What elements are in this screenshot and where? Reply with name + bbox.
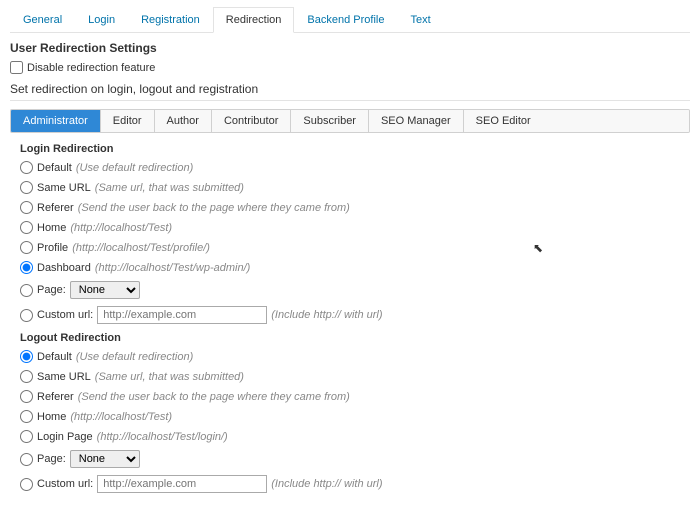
login-radio-profile[interactable] bbox=[20, 241, 33, 254]
section-title: User Redirection Settings bbox=[10, 41, 690, 55]
logout-custom-hint: (Include http:// with url) bbox=[271, 478, 382, 490]
logout-label: Default bbox=[37, 351, 72, 363]
login-hint: (http://localhost/Test) bbox=[70, 222, 172, 234]
login-label: Home bbox=[37, 222, 66, 234]
logout-page-select[interactable]: None bbox=[70, 450, 140, 468]
logout-page-label: Page: bbox=[37, 453, 66, 465]
disable-row: Disable redirection feature bbox=[10, 61, 690, 74]
login-custom-radio[interactable] bbox=[20, 309, 33, 322]
login-hint: (Same url, that was submitted) bbox=[95, 182, 244, 194]
login-label: Dashboard bbox=[37, 262, 91, 274]
login-page-select[interactable]: None bbox=[70, 281, 140, 299]
logout-custom-row: Custom url: (Include http:// with url) bbox=[20, 475, 690, 493]
sub-title: Set redirection on login, logout and reg… bbox=[10, 82, 690, 101]
role-tab-editor[interactable]: Editor bbox=[101, 110, 155, 132]
logout-custom-label: Custom url: bbox=[37, 478, 93, 490]
logout-radio-home[interactable] bbox=[20, 410, 33, 423]
role-tab-seo-manager[interactable]: SEO Manager bbox=[369, 110, 464, 132]
nav-tab-login[interactable]: Login bbox=[75, 7, 128, 33]
role-tab-author[interactable]: Author bbox=[155, 110, 212, 132]
login-hint: (http://localhost/Test/wp-admin/) bbox=[95, 262, 251, 274]
login-custom-row: Custom url: (Include http:// with url) bbox=[20, 306, 690, 324]
logout-label: Referer bbox=[37, 391, 74, 403]
login-group-title: Login Redirection bbox=[20, 143, 690, 155]
disable-checkbox[interactable] bbox=[10, 61, 23, 74]
logout-radio-login-page[interactable] bbox=[20, 430, 33, 443]
logout-radio-same-url[interactable] bbox=[20, 370, 33, 383]
login-option-referer: Referer (Send the user back to the page … bbox=[20, 201, 690, 214]
nav-tab-backend-profile[interactable]: Backend Profile bbox=[294, 7, 397, 33]
logout-hint: (Use default redirection) bbox=[76, 351, 193, 363]
login-hint: (Use default redirection) bbox=[76, 162, 193, 174]
logout-page-row: Page: None bbox=[20, 450, 690, 468]
logout-label: Home bbox=[37, 411, 66, 423]
login-option-same-url: Same URL (Same url, that was submitted) bbox=[20, 181, 690, 194]
login-radio-dashboard[interactable] bbox=[20, 261, 33, 274]
login-page-radio[interactable] bbox=[20, 284, 33, 297]
login-label: Same URL bbox=[37, 182, 91, 194]
logout-radio-referer[interactable] bbox=[20, 390, 33, 403]
nav-tab-registration[interactable]: Registration bbox=[128, 7, 213, 33]
role-tabs: AdministratorEditorAuthorContributorSubs… bbox=[10, 109, 690, 133]
logout-group-title: Logout Redirection bbox=[20, 332, 690, 344]
role-tab-seo-editor[interactable]: SEO Editor bbox=[464, 110, 689, 132]
disable-label: Disable redirection feature bbox=[27, 62, 155, 74]
nav-tab-text[interactable]: Text bbox=[397, 7, 443, 33]
login-hint: (Send the user back to the page where th… bbox=[78, 202, 350, 214]
logout-page-radio[interactable] bbox=[20, 453, 33, 466]
role-tab-contributor[interactable]: Contributor bbox=[212, 110, 291, 132]
logout-custom-url-input[interactable] bbox=[97, 475, 267, 493]
logout-label: Same URL bbox=[37, 371, 91, 383]
login-option-home: Home (http://localhost/Test) bbox=[20, 221, 690, 234]
login-radio-referer[interactable] bbox=[20, 201, 33, 214]
logout-custom-radio[interactable] bbox=[20, 478, 33, 491]
logout-hint: (http://localhost/Test) bbox=[70, 411, 172, 423]
login-hint: (http://localhost/Test/profile/) bbox=[72, 242, 210, 254]
logout-option-login-page: Login Page (http://localhost/Test/login/… bbox=[20, 430, 690, 443]
logout-hint: (http://localhost/Test/login/) bbox=[97, 431, 228, 443]
role-tab-subscriber[interactable]: Subscriber bbox=[291, 110, 369, 132]
logout-hint: (Same url, that was submitted) bbox=[95, 371, 244, 383]
nav-tab-general[interactable]: General bbox=[10, 7, 75, 33]
logout-label: Login Page bbox=[37, 431, 93, 443]
logout-option-default: Default (Use default redirection) bbox=[20, 350, 690, 363]
role-tab-administrator[interactable]: Administrator bbox=[11, 110, 101, 132]
login-option-default: Default (Use default redirection) bbox=[20, 161, 690, 174]
top-nav-tabs: GeneralLoginRegistrationRedirectionBacke… bbox=[10, 6, 690, 33]
nav-tab-redirection[interactable]: Redirection bbox=[213, 7, 295, 33]
login-option-profile: Profile (http://localhost/Test/profile/) bbox=[20, 241, 690, 254]
login-page-label: Page: bbox=[37, 284, 66, 296]
login-label: Profile bbox=[37, 242, 68, 254]
login-radio-same-url[interactable] bbox=[20, 181, 33, 194]
login-custom-hint: (Include http:// with url) bbox=[271, 309, 382, 321]
logout-option-home: Home (http://localhost/Test) bbox=[20, 410, 690, 423]
login-custom-url-input[interactable] bbox=[97, 306, 267, 324]
logout-hint: (Send the user back to the page where th… bbox=[78, 391, 350, 403]
logout-radio-default[interactable] bbox=[20, 350, 33, 363]
login-option-dashboard: Dashboard (http://localhost/Test/wp-admi… bbox=[20, 261, 690, 274]
login-radio-home[interactable] bbox=[20, 221, 33, 234]
login-page-row: Page: None bbox=[20, 281, 690, 299]
login-label: Default bbox=[37, 162, 72, 174]
logout-option-same-url: Same URL (Same url, that was submitted) bbox=[20, 370, 690, 383]
login-radio-default[interactable] bbox=[20, 161, 33, 174]
logout-option-referer: Referer (Send the user back to the page … bbox=[20, 390, 690, 403]
login-custom-label: Custom url: bbox=[37, 309, 93, 321]
login-label: Referer bbox=[37, 202, 74, 214]
